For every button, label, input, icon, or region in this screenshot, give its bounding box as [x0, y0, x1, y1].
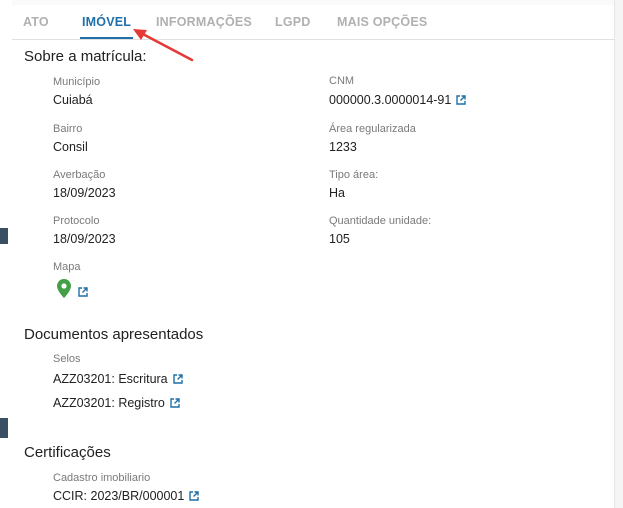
protocolo-value: 18/09/2023: [53, 232, 116, 246]
tipo-area-value: Ha: [329, 186, 345, 200]
section-title-documentos: Documentos apresentados: [24, 326, 204, 343]
external-link-icon[interactable]: [78, 284, 88, 302]
section-title-sobre: Sobre a matrícula:: [24, 48, 147, 65]
area-label: Área regularizada: [329, 123, 416, 135]
section-title-certificacoes: Certificações: [24, 444, 111, 461]
cadastro-row: CCIR: 2023/BR/000001: [53, 489, 200, 503]
municipio-label: Município: [53, 76, 101, 88]
background-fragment: [0, 418, 8, 438]
map-pin-icon[interactable]: [57, 279, 71, 303]
window-top-edge: [0, 0, 623, 5]
selo-text: AZZ03201: Registro: [53, 396, 165, 410]
tab-ato[interactable]: ATO: [23, 6, 49, 39]
scrollbar-track[interactable]: [614, 0, 623, 508]
selos-label: Selos: [53, 353, 81, 365]
external-link-icon[interactable]: [170, 398, 180, 408]
municipio-value: Cuiabá: [53, 93, 93, 107]
tab-imovel[interactable]: IMÓVEL: [79, 6, 134, 39]
tab-mais-opcoes[interactable]: MAIS OPÇÕES: [337, 6, 427, 39]
protocolo-label: Protocolo: [53, 215, 100, 227]
bairro-label: Bairro: [53, 123, 83, 135]
cnm-row: 000000.3.0000014-91: [329, 93, 467, 107]
external-link-icon[interactable]: [456, 95, 467, 105]
external-link-icon[interactable]: [172, 374, 183, 384]
cnm-value: 000000.3.0000014-91: [329, 93, 452, 107]
mapa-label: Mapa: [53, 261, 81, 273]
cnm-label: CNM: [329, 75, 355, 87]
bairro-value: Consil: [53, 140, 88, 154]
area-value: 1233: [329, 140, 357, 154]
cadastro-value: CCIR: 2023/BR/000001: [53, 489, 185, 503]
quantidade-value: 105: [329, 232, 350, 246]
cadastro-label: Cadastro imobiliario: [53, 472, 151, 484]
selo-item: AZZ03201: Escritura: [53, 372, 183, 386]
tipo-area-label: Tipo área:: [329, 169, 379, 181]
selo-item: AZZ03201: Registro: [53, 396, 180, 410]
averbacao-value: 18/09/2023: [53, 186, 116, 200]
external-link-icon[interactable]: [189, 491, 200, 501]
quantidade-label: Quantidade unidade:: [329, 215, 432, 227]
tab-bar: ATO IMÓVEL INFORMAÇÕES LGPD MAIS OPÇÕES: [12, 6, 614, 40]
background-left-strip: [0, 0, 12, 508]
averbacao-label: Averbação: [53, 169, 106, 181]
selo-text: AZZ03201: Escritura: [53, 372, 168, 386]
tab-lgpd[interactable]: LGPD: [275, 6, 311, 39]
background-fragment: [0, 228, 8, 244]
